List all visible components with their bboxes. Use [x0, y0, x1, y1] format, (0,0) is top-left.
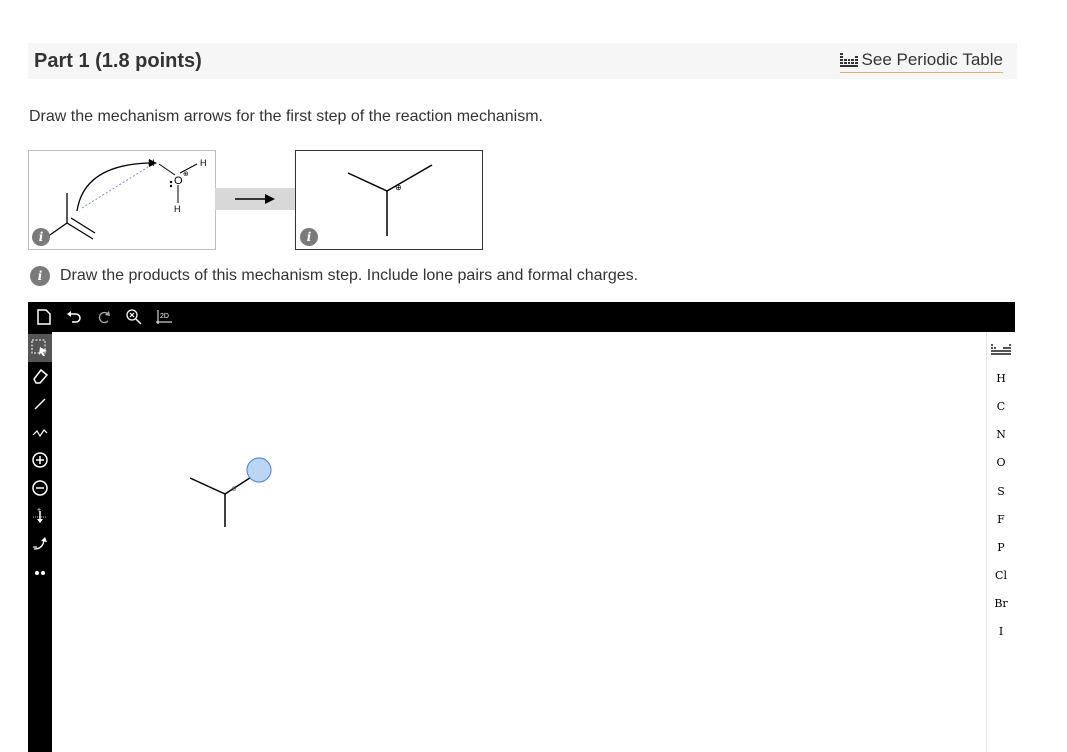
redo-icon[interactable]	[92, 305, 116, 329]
element-f-button[interactable]: F	[987, 505, 1015, 533]
select-icon[interactable]	[28, 334, 52, 362]
element-cl-button[interactable]: Cl	[987, 562, 1015, 590]
new-document-icon[interactable]	[32, 305, 56, 329]
reactant-h-right: H	[200, 158, 207, 168]
instruction-text: Draw the mechanism arrows for the first …	[29, 108, 543, 125]
product-charge: ⊕	[395, 183, 402, 192]
canvas-structure: ⊕	[189, 457, 272, 527]
reaction-arrow-icon	[235, 194, 275, 204]
drawing-canvas[interactable]: ⊕	[52, 332, 986, 752]
element-n-button[interactable]: N	[987, 421, 1015, 449]
lone-pair-icon[interactable]	[28, 558, 52, 586]
svg-text:+: +	[37, 507, 41, 514]
reactant-structure: H O ⊕ H H i	[28, 150, 216, 250]
element-s-button[interactable]: S	[987, 477, 1015, 505]
periodic-table-picker-icon[interactable]	[987, 336, 1015, 364]
reactant-o-charge: ⊕	[183, 170, 189, 178]
editor-left-toolbar: +	[28, 332, 52, 752]
reactant-info-icon[interactable]: i	[32, 228, 50, 246]
prompt-info-icon[interactable]: i	[30, 266, 50, 286]
part-title: Part 1 (1.8 points)	[34, 49, 202, 72]
editor-top-toolbar: 2D	[28, 302, 1015, 332]
positive-charge-icon[interactable]	[28, 446, 52, 474]
prompt-text: Draw the products of this mechanism step…	[60, 267, 639, 284]
zoom-clear-icon[interactable]	[122, 305, 146, 329]
part-header: Part 1 (1.8 points) See Periodic Table	[28, 43, 1017, 79]
element-c-button[interactable]: C	[987, 392, 1015, 420]
reactant-h-bottom: H	[174, 204, 181, 214]
periodic-table-icon	[839, 52, 858, 67]
product-info-icon[interactable]: i	[300, 228, 318, 246]
element-toolbar: H C N O S F P Cl Br I	[986, 332, 1015, 752]
element-p-button[interactable]: P	[987, 533, 1015, 561]
chain-icon[interactable]	[28, 418, 52, 446]
atom-hover-highlight	[246, 457, 272, 483]
canvas-charge: ⊕	[231, 485, 237, 493]
product-drawing: ⊕	[347, 164, 433, 236]
clean-2d-label: 2D	[160, 313, 169, 320]
element-h-button[interactable]: H	[987, 364, 1015, 392]
undo-icon[interactable]	[62, 305, 86, 329]
curved-arrow-icon[interactable]	[28, 530, 52, 558]
single-bond-icon[interactable]	[28, 390, 52, 418]
reactant-drawing: H O ⊕ H H	[46, 158, 207, 240]
eraser-icon[interactable]	[28, 362, 52, 390]
structure-editor: 2D + ⊕ H C N O S F P Cl Br I	[28, 302, 1015, 752]
element-o-button[interactable]: O	[987, 449, 1015, 477]
reaction-arrow-band	[215, 188, 295, 210]
reactant-h-top: H	[148, 158, 155, 168]
reactant-o: O	[174, 175, 183, 187]
periodic-table-label: See Periodic Table	[861, 49, 1003, 69]
element-i-button[interactable]: I	[987, 618, 1015, 646]
periodic-table-link[interactable]: See Periodic Table	[839, 49, 1003, 73]
negative-charge-icon[interactable]	[28, 474, 52, 502]
clean-2d-icon[interactable]: 2D	[152, 305, 176, 329]
arrow-tool-icon[interactable]: +	[28, 502, 52, 530]
product-structure: ⊕ i	[295, 150, 483, 250]
products-prompt: i Draw the products of this mechanism st…	[30, 266, 638, 286]
element-br-button[interactable]: Br	[987, 590, 1015, 618]
